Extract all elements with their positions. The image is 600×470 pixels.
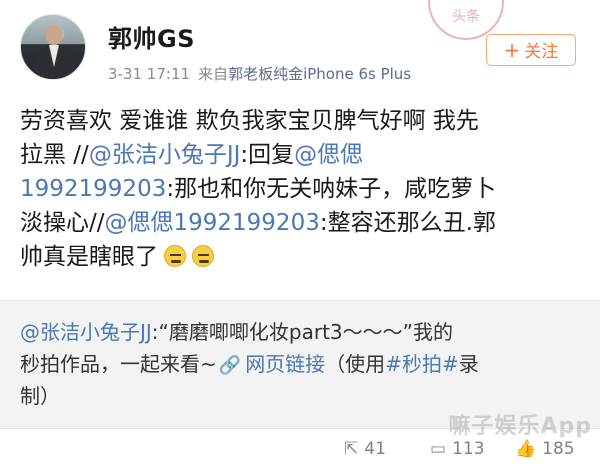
repost-text-part: （使用: [325, 352, 386, 376]
repost-line: 秒拍作品，一起来看~ 🔗 网页链接（使用#秒拍#录: [20, 348, 590, 380]
mention-link[interactable]: @张洁小兔子JJ: [20, 320, 152, 344]
post-meta: 3-31 17:11 来自郭老板纯金iPhone 6s Plus: [108, 63, 411, 84]
content-text: :回复: [240, 142, 295, 168]
weibo-post: 郭帅GS 3-31 17:11 来自郭老板纯金iPhone 6s Plus 头条 …: [0, 0, 600, 470]
mention-link[interactable]: 1992199203: [20, 176, 166, 202]
web-link[interactable]: 网页链接: [245, 352, 325, 376]
follow-button[interactable]: + 关注: [486, 34, 576, 66]
repost-text: @张洁小兔子JJ:“磨磨唧唧化妆part3～～～”我的 秒拍作品，一起来看~ 🔗 网…: [20, 316, 590, 412]
share-icon: ⇱: [344, 439, 359, 459]
post-content: 劳资喜欢 爱谁谁 欺负我家宝贝脾气好啊 我先 拉黑 //@张洁小兔子JJ:回复@…: [20, 104, 590, 274]
avatar-head: [46, 25, 62, 45]
content-text: 帅真是瞎眼了: [20, 244, 158, 270]
repost-text-part: 录: [458, 352, 479, 376]
watermark: 嘛子娱乐App: [448, 414, 592, 439]
content-line: 1992199203:那也和你无关呐妹子，咸吃萝卜: [20, 172, 590, 206]
repost-line: @张洁小兔子JJ:“磨磨唧唧化妆part3～～～”我的: [20, 316, 590, 348]
content-text: :整容还那么丑.郭: [319, 210, 496, 236]
avatar[interactable]: [20, 14, 86, 80]
content-text: :那也和你无关呐妹子，咸吃萝卜: [166, 176, 497, 202]
repost-text-part: 秒拍作品，一起来看~: [20, 352, 217, 376]
content-text: 淡操心//: [20, 210, 105, 236]
link-icon: 🔗: [218, 355, 242, 376]
comment-button[interactable]: ▭ 113: [430, 439, 485, 459]
repost-text-part: :“磨磨唧唧化妆part3～～～”我的: [151, 320, 453, 344]
user-name[interactable]: 郭帅GS: [108, 19, 195, 54]
content-line: 淡操心//@偲偲1992199203:整容还那么丑.郭: [20, 206, 590, 240]
mention-link[interactable]: @偲偲1992199203: [105, 210, 320, 236]
follow-label: 关注: [524, 42, 559, 62]
source-prefix: 来自: [198, 65, 229, 83]
smiley-emoji-icon: [164, 245, 186, 267]
thumbs-up-icon: 👍: [515, 439, 537, 459]
plus-icon: +: [503, 38, 521, 62]
mention-link[interactable]: @张洁小兔子JJ: [89, 142, 241, 168]
comment-icon: ▭: [430, 439, 447, 459]
mention-link[interactable]: @偲偲: [294, 142, 363, 168]
post-time: 3-31 17:11: [108, 65, 191, 83]
content-line: 帅真是瞎眼了: [20, 240, 590, 274]
repost-count: 41: [364, 439, 386, 459]
smiley-emoji-icon: [192, 245, 214, 267]
content-line: 劳资喜欢 爱谁谁 欺负我家宝贝脾气好啊 我先: [20, 108, 479, 134]
content-line: 拉黑 //@张洁小兔子JJ:回复@偲偲: [20, 138, 590, 172]
repost-button[interactable]: ⇱ 41: [344, 439, 386, 459]
like-count: 185: [542, 439, 575, 459]
like-button[interactable]: 👍 185: [515, 439, 575, 459]
comment-count: 113: [452, 439, 485, 459]
content-text: 拉黑 //: [20, 142, 89, 168]
post-source[interactable]: 郭老板纯金iPhone 6s Plus: [228, 65, 411, 83]
topic-tag[interactable]: #秒拍#: [385, 352, 459, 376]
